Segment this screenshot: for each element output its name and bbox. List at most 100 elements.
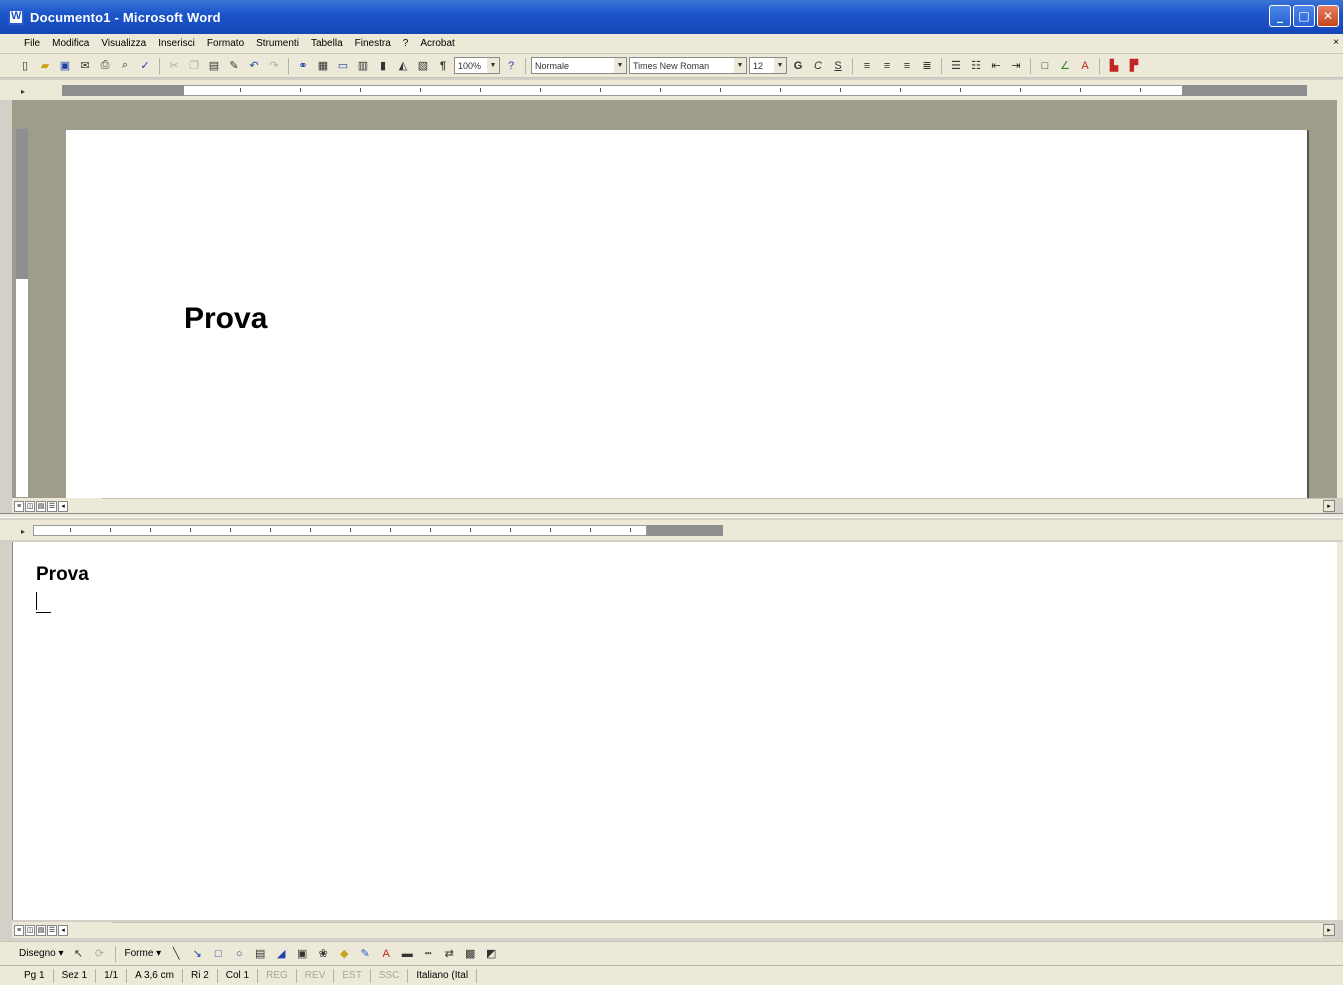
bullets-icon[interactable]: ☷ <box>967 57 985 75</box>
menu-finestra[interactable]: Finestra <box>349 38 397 49</box>
upper-page[interactable]: Prova <box>66 130 1307 498</box>
permission-icon[interactable]: ✉ <box>76 57 94 75</box>
justify-icon[interactable]: ≣ <box>918 57 936 75</box>
menu-formato[interactable]: Formato <box>201 38 250 49</box>
open-folder-icon[interactable]: ▰ <box>36 57 54 75</box>
menu-inserisci[interactable]: Inserisci <box>152 38 201 49</box>
upper-horizontal-scrollbar[interactable] <box>102 498 1323 514</box>
tab-selector-icon[interactable]: ▸ <box>14 522 32 540</box>
align-center-icon[interactable]: ≡ <box>878 57 896 75</box>
print-preview-icon[interactable]: ⌕ <box>116 57 134 75</box>
line-color-icon[interactable]: ✎ <box>356 945 374 963</box>
italic-button[interactable]: C <box>809 57 827 75</box>
bold-button[interactable]: G <box>789 57 807 75</box>
free-rotate-icon[interactable]: ⟳ <box>91 945 109 963</box>
wordart-icon[interactable]: ◢ <box>272 945 290 963</box>
web-view-icon[interactable]: ◫ <box>25 924 35 936</box>
line-style-icon[interactable]: ▬ <box>398 945 416 963</box>
vertical-ruler[interactable] <box>15 128 29 498</box>
diagram-icon[interactable]: ▣ <box>293 945 311 963</box>
fill-color-icon[interactable]: ◆ <box>335 945 353 963</box>
underline-button[interactable]: S <box>829 57 847 75</box>
insert-table-icon[interactable]: ▭ <box>334 57 352 75</box>
redo-icon[interactable]: ↷ <box>265 57 283 75</box>
menu-help[interactable]: ? <box>397 38 415 49</box>
minimize-button[interactable]: _ <box>1269 5 1291 27</box>
chevron-down-icon[interactable]: ▼ <box>774 58 786 73</box>
highlight-icon[interactable]: ∠ <box>1056 57 1074 75</box>
web-view-icon[interactable]: ◫ <box>25 500 35 512</box>
style-combo[interactable]: Normale ▼ <box>531 57 627 74</box>
scroll-left-icon[interactable]: ◂ <box>58 500 68 512</box>
document-map-icon[interactable]: ▧ <box>414 57 432 75</box>
status-trk[interactable]: REV <box>297 968 335 983</box>
upper-document-text[interactable]: Prova <box>184 302 267 336</box>
clip-art-icon[interactable]: ❀ <box>314 945 332 963</box>
shadow-icon[interactable]: ▩ <box>461 945 479 963</box>
chevron-down-icon[interactable]: ▼ <box>734 58 746 73</box>
arrow-style-icon[interactable]: ⇄ <box>440 945 458 963</box>
close-button[interactable]: ✕ <box>1317 5 1339 27</box>
word-app-icon[interactable] <box>8 9 24 25</box>
save-icon[interactable]: ▣ <box>56 57 74 75</box>
print-layout-view-icon[interactable]: ▤ <box>36 500 46 512</box>
menu-acrobat[interactable]: Acrobat <box>414 38 460 49</box>
scroll-right-icon[interactable]: ▸ <box>1323 924 1335 936</box>
tab-selector-icon[interactable]: ▸ <box>14 82 32 100</box>
upper-vertical-scrollbar[interactable] <box>1337 100 1343 498</box>
rectangle-icon[interactable]: □ <box>209 945 227 963</box>
normal-view-icon[interactable]: ≡ <box>14 924 24 936</box>
numbering-icon[interactable]: ☰ <box>947 57 965 75</box>
oval-icon[interactable]: ○ <box>230 945 248 963</box>
copy-icon[interactable]: ❐ <box>185 57 203 75</box>
paste-icon[interactable]: ▤ <box>205 57 223 75</box>
hyperlink-icon[interactable]: ⚭ <box>294 57 312 75</box>
dash-style-icon[interactable]: ┅ <box>419 945 437 963</box>
show-hide-icon[interactable]: ¶ <box>434 57 452 75</box>
align-left-icon[interactable]: ≡ <box>858 57 876 75</box>
cut-icon[interactable]: ✂ <box>165 57 183 75</box>
print-layout-view-icon[interactable]: ▤ <box>36 924 46 936</box>
lower-pane[interactable]: Prova <box>12 542 1337 920</box>
undo-icon[interactable]: ↶ <box>245 57 263 75</box>
status-language[interactable]: Italiano (Ital <box>408 968 478 983</box>
line-icon[interactable]: ╲ <box>167 945 185 963</box>
lower-document-text[interactable]: Prova <box>36 564 89 586</box>
border-icon[interactable]: □ <box>1036 57 1054 75</box>
chevron-down-icon[interactable]: ▼ <box>487 58 499 73</box>
close-document-icon[interactable]: × <box>1333 37 1339 48</box>
lower-horizontal-scrollbar[interactable] <box>112 922 1323 938</box>
drawing-icon[interactable]: ◭ <box>394 57 412 75</box>
decrease-indent-icon[interactable]: ⇤ <box>987 57 1005 75</box>
autoshapes-menu-button[interactable]: Forme ▾ <box>122 948 165 959</box>
scroll-left-icon[interactable]: ◂ <box>58 924 68 936</box>
status-ext[interactable]: EST <box>334 968 371 983</box>
text-box-icon[interactable]: ▤ <box>251 945 269 963</box>
lower-vertical-scrollbar[interactable] <box>1337 542 1343 920</box>
columns-icon[interactable]: ▮ <box>374 57 392 75</box>
spelling-icon[interactable]: ✓ <box>136 57 154 75</box>
arrow-icon[interactable]: ↘ <box>188 945 206 963</box>
format-painter-icon[interactable]: ✎ <box>225 57 243 75</box>
align-right-icon[interactable]: ≡ <box>898 57 916 75</box>
increase-indent-icon[interactable]: ⇥ <box>1007 57 1025 75</box>
zoom-combo[interactable]: 100% ▼ <box>454 57 500 74</box>
menu-modifica[interactable]: Modifica <box>46 38 95 49</box>
normal-view-icon[interactable]: ≡ <box>14 500 24 512</box>
menu-file[interactable]: File <box>18 38 46 49</box>
status-ovr[interactable]: SSC <box>371 968 409 983</box>
acrobat-email-icon[interactable]: ▛ <box>1125 57 1143 75</box>
status-rec[interactable]: REG <box>258 968 297 983</box>
upper-horizontal-ruler[interactable]: ▸ <box>0 80 1343 100</box>
3d-icon[interactable]: ◩ <box>482 945 500 963</box>
new-document-icon[interactable]: ▯ <box>16 57 34 75</box>
font-color-icon[interactable]: A <box>1076 57 1094 75</box>
scroll-right-icon[interactable]: ▸ <box>1323 500 1335 512</box>
help-icon[interactable]: ? <box>502 57 520 75</box>
lower-horizontal-ruler[interactable]: ▸ <box>0 520 1343 540</box>
font-color-icon[interactable]: A <box>377 945 395 963</box>
chevron-down-icon[interactable]: ▼ <box>614 58 626 73</box>
outline-view-icon[interactable]: ☰ <box>47 500 57 512</box>
tables-borders-icon[interactable]: ▦ <box>314 57 332 75</box>
insert-excel-icon[interactable]: ▥ <box>354 57 372 75</box>
